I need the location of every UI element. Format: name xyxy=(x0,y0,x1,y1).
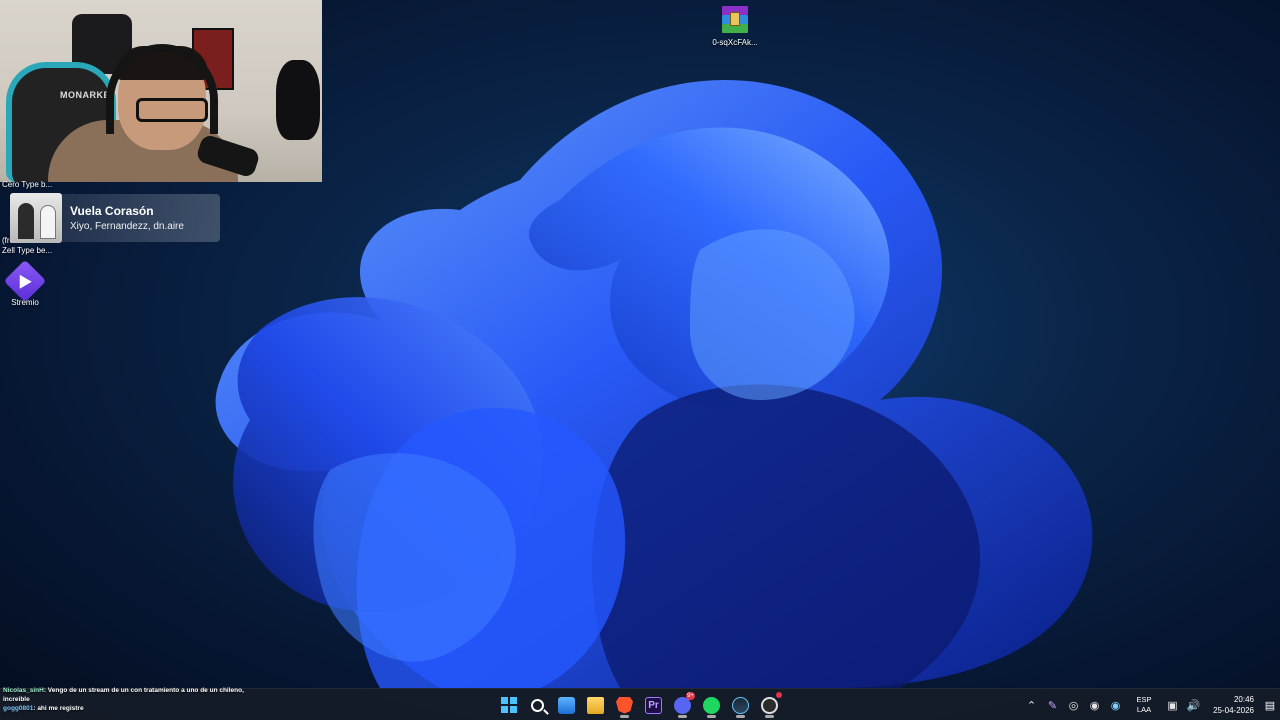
desktop-icon-stremio[interactable]: Stremio xyxy=(3,259,47,307)
brave-lion-icon xyxy=(616,696,633,714)
chat-text: : ahi me registre xyxy=(33,705,84,712)
chat-username: Nicolas_sinH xyxy=(3,687,44,694)
recording-dot xyxy=(776,692,782,698)
now-playing-widget: Vuela Corasón Xiyo, Fernandezz, dn.aire xyxy=(10,193,220,243)
webcam-overlay: MONARKEY xyxy=(0,0,322,182)
album-cover xyxy=(10,193,62,243)
steam-icon xyxy=(732,696,749,714)
search-button[interactable] xyxy=(523,691,552,719)
windows-logo-icon xyxy=(500,697,517,713)
pen-tray-icon[interactable]: ✎ xyxy=(1042,693,1063,717)
desktop-icon-label-cero[interactable]: Cero Type b... xyxy=(2,180,52,189)
keyboard-layout: LAA xyxy=(1136,705,1152,714)
input-language-indicator[interactable]: ESP LAA xyxy=(1126,695,1162,715)
stream-chat-overlay: Nicolas_sinH: Vengo de un stream de un c… xyxy=(0,686,246,713)
obs-icon xyxy=(761,696,778,714)
taskbar-premiere-pro[interactable]: Pr xyxy=(639,691,668,719)
clock-date: 25-04-2026 xyxy=(1213,706,1254,715)
taskbar-photos[interactable] xyxy=(552,691,581,719)
headset-tray-icon[interactable]: ◎ xyxy=(1063,693,1084,717)
volume-icon[interactable]: 🔊 xyxy=(1183,693,1204,717)
clock-time: 20:46 xyxy=(1233,695,1254,704)
show-hidden-icons-chevron-icon[interactable]: ⌃ xyxy=(1021,693,1042,717)
chat-message: Nicolas_sinH: Vengo de un stream de un c… xyxy=(0,686,246,704)
chat-message: gogg0801: ahi me registre xyxy=(0,704,246,713)
guitar xyxy=(276,60,320,140)
track-artist: Xiyo, Fernandezz, dn.aire xyxy=(70,221,184,232)
winrar-archive-icon xyxy=(720,4,750,34)
search-icon xyxy=(531,698,544,712)
desktop-icon-archive[interactable]: 0-sqXcFAk... xyxy=(706,4,764,47)
taskbar-steam[interactable] xyxy=(726,691,755,719)
glasses xyxy=(136,98,208,122)
taskbar-spotify[interactable] xyxy=(697,691,726,719)
chat-username: gogg0801 xyxy=(3,705,34,712)
taskbar-file-explorer[interactable] xyxy=(581,691,610,719)
taskbar-apps: Pr 9+ xyxy=(494,689,784,720)
stremio-icon xyxy=(3,259,47,303)
clock[interactable]: 20:46 25-04-2026 xyxy=(1204,694,1260,716)
notification-badge: 9+ xyxy=(686,692,695,700)
taskbar-brave[interactable] xyxy=(610,691,639,719)
desktop-icon-label: 0-sqXcFAk... xyxy=(712,38,758,47)
premiere-pro-icon: Pr xyxy=(645,696,662,714)
system-tray: ⌃ ✎ ◎ ◉ ◉ ESP LAA ▣ 🔊 20:46 25-04-2026 ▤ xyxy=(1021,689,1280,720)
steam-tray-icon[interactable]: ◉ xyxy=(1084,693,1105,717)
photos-icon xyxy=(558,696,575,714)
taskbar-obs[interactable] xyxy=(755,691,784,719)
microphone-tray-icon[interactable]: ◉ xyxy=(1105,693,1126,717)
folder-icon xyxy=(587,696,604,714)
track-title: Vuela Corasón xyxy=(70,204,154,218)
network-icon[interactable]: ▣ xyxy=(1162,693,1183,717)
language-code: ESP xyxy=(1136,695,1152,704)
spotify-icon xyxy=(703,696,720,714)
start-button[interactable] xyxy=(494,691,523,719)
desktop-icon-label-zell[interactable]: Zell Type be... xyxy=(2,246,52,255)
taskbar-discord[interactable]: 9+ xyxy=(668,691,697,719)
notification-center-icon[interactable]: ▤ xyxy=(1260,699,1280,712)
